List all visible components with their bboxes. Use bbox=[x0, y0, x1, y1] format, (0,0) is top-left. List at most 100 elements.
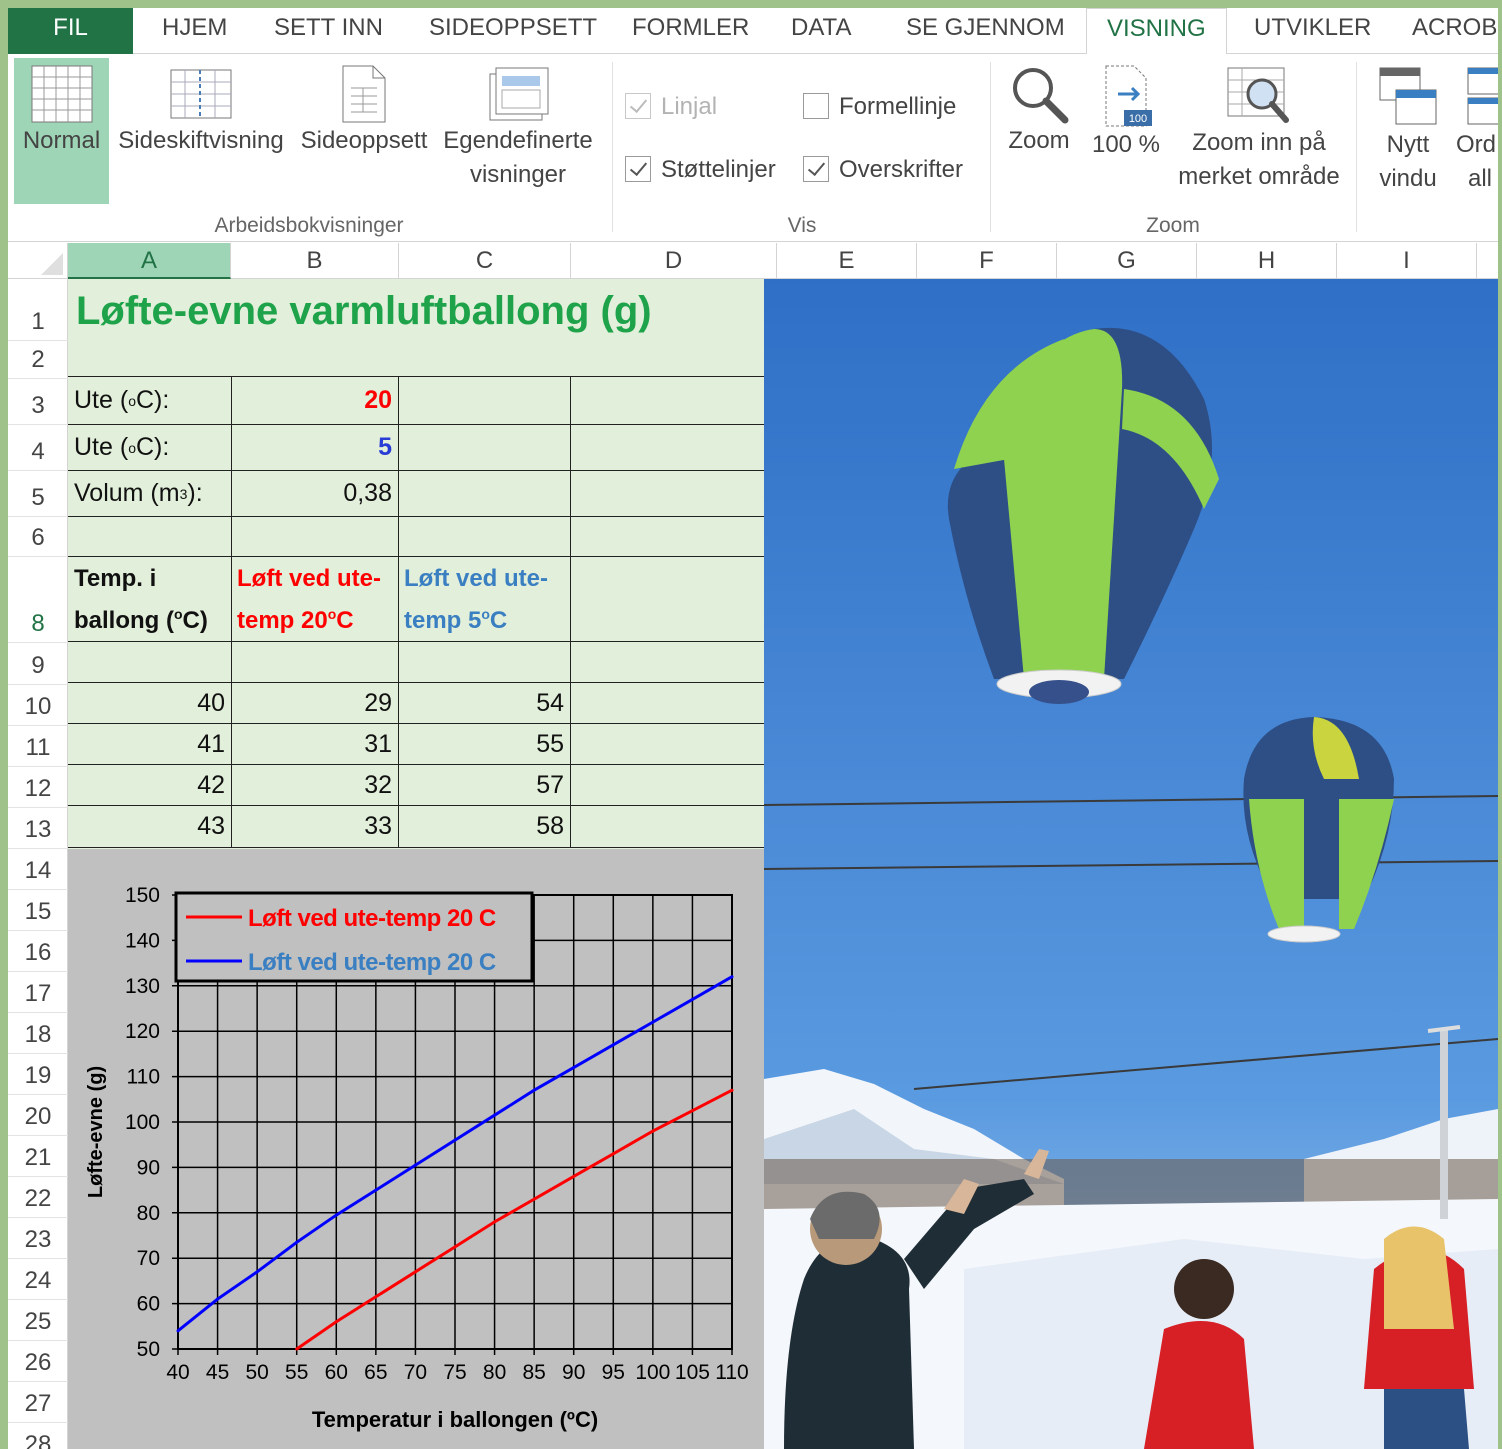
column-header-c[interactable]: C bbox=[399, 243, 571, 279]
formula-bar-check-icon bbox=[803, 93, 829, 119]
tab-formulas[interactable]: FORMLER bbox=[632, 8, 749, 54]
new-window-button[interactable]: Nytt vindu bbox=[1366, 58, 1450, 204]
custom-views-icon bbox=[489, 67, 549, 121]
zoom-button[interactable]: Zoom bbox=[998, 58, 1080, 204]
row-header[interactable]: 8 bbox=[8, 557, 68, 643]
group-workbook-views: Arbeidsbokvisninger bbox=[214, 214, 404, 237]
row-header[interactable]: 26 bbox=[8, 1341, 68, 1382]
tab-insert[interactable]: SETT INN bbox=[274, 8, 383, 54]
row-header[interactable]: 19 bbox=[8, 1054, 68, 1095]
row-header[interactable]: 6 bbox=[8, 517, 68, 557]
formula-bar-checkbox[interactable]: Formellinje bbox=[803, 92, 956, 122]
column-header-a[interactable]: A bbox=[68, 243, 231, 279]
new-window-label-2: vindu bbox=[1379, 165, 1437, 192]
table-cell[interactable]: 55 bbox=[398, 724, 570, 764]
chart-object[interactable]: 40 45 50 55 60 65 70 75 80 85 90 95 100 105 110 50 60 70 8… bbox=[68, 849, 764, 1449]
column-header-e[interactable]: E bbox=[777, 243, 917, 279]
row-header[interactable]: 24 bbox=[8, 1259, 68, 1300]
column-header-g[interactable]: G bbox=[1057, 243, 1197, 279]
degree-sup: o bbox=[128, 392, 136, 409]
row-header[interactable]: 25 bbox=[8, 1300, 68, 1341]
row-header[interactable]: 28 bbox=[8, 1423, 68, 1449]
cell-b8[interactable]: Løft ved ute- temp 20oC bbox=[231, 559, 398, 641]
tab-home[interactable]: HJEM bbox=[162, 8, 227, 54]
table-cell[interactable]: 54 bbox=[398, 683, 570, 723]
row-header[interactable]: 17 bbox=[8, 972, 68, 1013]
series-point bbox=[572, 1174, 576, 1178]
header-a-line2-text: ballong ( bbox=[74, 606, 174, 634]
normal-view-button[interactable]: Normal bbox=[14, 58, 109, 204]
cell-b4[interactable]: 5 bbox=[231, 425, 398, 470]
row-header[interactable]: 10 bbox=[8, 685, 68, 726]
row-header[interactable]: 13 bbox=[8, 808, 68, 849]
headings-checkbox[interactable]: Overskrifter bbox=[803, 155, 963, 185]
cell-a3[interactable]: Ute (o C): bbox=[68, 377, 231, 424]
cell-a5[interactable]: Volum (m 3): bbox=[68, 471, 231, 516]
series-point bbox=[651, 1129, 655, 1133]
table-cell[interactable]: 42 bbox=[68, 765, 231, 805]
row-header[interactable]: 3 bbox=[8, 379, 68, 425]
table-cell[interactable]: 32 bbox=[231, 765, 398, 805]
x-tick-label: 95 bbox=[602, 1361, 625, 1384]
cell-a8[interactable]: Temp. i ballong (oC) bbox=[68, 559, 231, 641]
row-header[interactable]: 2 bbox=[8, 341, 68, 379]
arrange-all-button[interactable]: Ord all bbox=[1454, 58, 1498, 204]
cell-b3[interactable]: 20 bbox=[231, 377, 398, 424]
row-header[interactable]: 27 bbox=[8, 1382, 68, 1423]
tab-file[interactable]: FIL bbox=[8, 8, 133, 54]
table-cell[interactable]: 29 bbox=[231, 683, 398, 723]
table-cell[interactable]: 40 bbox=[68, 683, 231, 723]
cell-b5[interactable]: 0,38 bbox=[231, 471, 398, 516]
table-cell[interactable]: 31 bbox=[231, 724, 398, 764]
table-cell[interactable]: 43 bbox=[68, 806, 231, 847]
balloon-photo[interactable] bbox=[764, 279, 1498, 1449]
series-point bbox=[413, 1163, 417, 1167]
gridlines-checkbox[interactable]: Støttelinjer bbox=[625, 155, 776, 185]
table-cell[interactable]: 33 bbox=[231, 806, 398, 847]
row-header[interactable]: 16 bbox=[8, 931, 68, 972]
cell-c8[interactable]: Løft ved ute- temp 5oC bbox=[398, 559, 570, 641]
row-header[interactable]: 11 bbox=[8, 726, 68, 767]
series-point bbox=[295, 1240, 299, 1244]
column-header-d[interactable]: D bbox=[571, 243, 777, 279]
row-header[interactable]: 21 bbox=[8, 1136, 68, 1177]
zoom-100-button[interactable]: 100 100 % bbox=[1084, 58, 1168, 204]
tab-acrobat[interactable]: ACROB bbox=[1412, 8, 1497, 54]
tab-developer[interactable]: UTVIKLER bbox=[1254, 8, 1371, 54]
ruler-checkbox[interactable]: Linjal bbox=[625, 92, 717, 122]
page-break-view-button[interactable]: Sideskiftvisning bbox=[112, 58, 290, 204]
row-header[interactable]: 22 bbox=[8, 1177, 68, 1218]
page-layout-view-button[interactable]: Sideoppsett bbox=[294, 58, 434, 204]
sheet-title[interactable]: Løfte-evne varmluftballong (g) bbox=[76, 289, 652, 334]
tab-page-layout[interactable]: SIDEOPPSETT bbox=[429, 8, 597, 54]
row-header[interactable]: 5 bbox=[8, 471, 68, 517]
row-header[interactable]: 1 bbox=[8, 279, 68, 341]
volum-label-end: ): bbox=[187, 479, 203, 507]
row-header[interactable]: 9 bbox=[8, 643, 68, 685]
column-header-b[interactable]: B bbox=[231, 243, 399, 279]
table-cell[interactable]: 41 bbox=[68, 724, 231, 764]
column-header-f[interactable]: F bbox=[917, 243, 1057, 279]
x-tick-label: 85 bbox=[522, 1361, 545, 1384]
row-header[interactable]: 23 bbox=[8, 1218, 68, 1259]
column-header-h[interactable]: H bbox=[1197, 243, 1337, 279]
row-header[interactable]: 12 bbox=[8, 767, 68, 808]
worksheet[interactable]: Løfte-evne varmluftballong (g) Ute (o C):… bbox=[68, 279, 764, 849]
custom-views-button[interactable]: Egendefinerte visninger bbox=[438, 58, 598, 204]
zoom-to-selection-button[interactable]: Zoom inn på merket område bbox=[1170, 58, 1348, 204]
tab-view[interactable]: VISNING bbox=[1086, 8, 1227, 55]
table-cell[interactable]: 57 bbox=[398, 765, 570, 805]
row-header[interactable]: 4 bbox=[8, 425, 68, 471]
column-header-i[interactable]: I bbox=[1337, 243, 1477, 279]
page-break-view-label: Sideskiftvisning bbox=[118, 127, 284, 154]
select-all-corner[interactable] bbox=[8, 243, 68, 279]
cell-a4[interactable]: Ute (o C): bbox=[68, 425, 231, 470]
table-cell[interactable]: 58 bbox=[398, 806, 570, 847]
row-header[interactable]: 14 bbox=[8, 849, 68, 890]
row-header[interactable]: 20 bbox=[8, 1095, 68, 1136]
tab-data[interactable]: DATA bbox=[791, 8, 851, 54]
row-header[interactable]: 18 bbox=[8, 1013, 68, 1054]
row-header[interactable]: 15 bbox=[8, 890, 68, 931]
y-tick-label: 140 bbox=[125, 929, 160, 952]
tab-review[interactable]: SE GJENNOM bbox=[906, 8, 1065, 54]
